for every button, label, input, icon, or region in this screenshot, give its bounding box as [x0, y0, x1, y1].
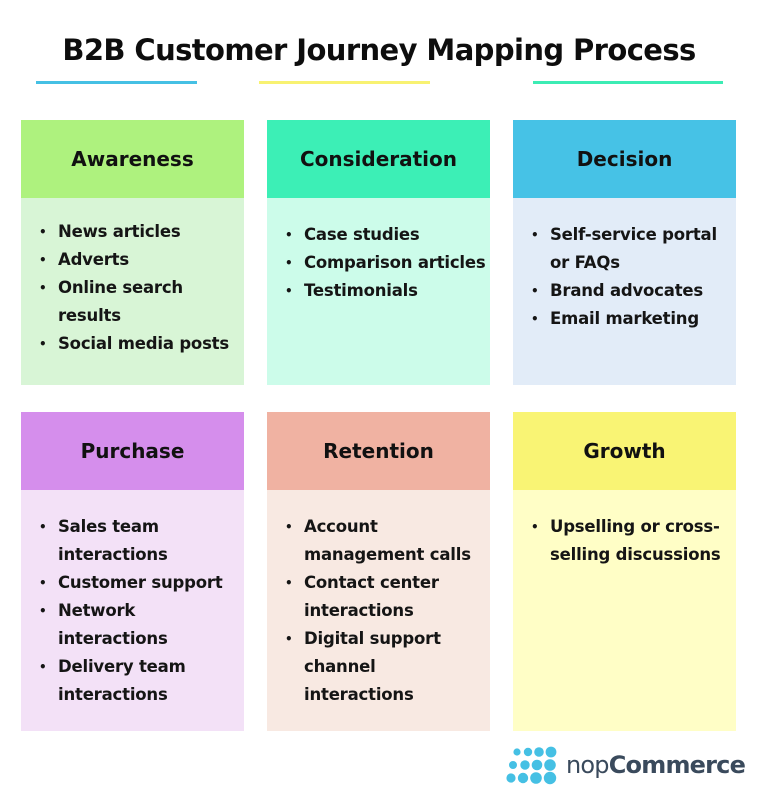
- stage-body: Sales team interactionsCustomer supportN…: [21, 490, 244, 731]
- list-item: Digital support channel interactions: [267, 625, 490, 709]
- list-item: Brand advocates: [513, 277, 736, 305]
- nopcommerce-logo: nopCommerce: [505, 745, 746, 785]
- list-item: Testimonials: [267, 277, 490, 305]
- list-item: Delivery team interactions: [21, 653, 244, 709]
- list-item: News articles: [21, 218, 244, 246]
- logo-dot: [543, 771, 557, 785]
- list-item: Online search results: [21, 274, 244, 330]
- stage-card-retention: Retention Account management callsContac…: [267, 412, 490, 731]
- logo-dot: [534, 747, 544, 757]
- logo-dot: [517, 772, 529, 784]
- title-underline-blue: [36, 81, 197, 84]
- stage-card-growth: Growth Upselling or cross-selling discus…: [513, 412, 736, 731]
- list-item: Customer support: [21, 569, 244, 597]
- stage-header: Purchase: [21, 412, 244, 490]
- stage-items: Account management callsContact center i…: [267, 513, 490, 709]
- title-underline-yellow: [259, 81, 430, 84]
- stage-body: Account management callsContact center i…: [267, 490, 490, 731]
- stage-body: News articlesAdvertsOnline search result…: [21, 198, 244, 385]
- logo-dot: [545, 746, 557, 758]
- list-item: Comparison articles: [267, 249, 490, 277]
- page-title: B2B Customer Journey Mapping Process: [62, 33, 696, 67]
- stage-items: Upselling or cross-selling discussions: [513, 513, 736, 569]
- title-underline-green: [533, 81, 723, 84]
- list-item: Account management calls: [267, 513, 490, 569]
- list-item: Network interactions: [21, 597, 244, 653]
- list-item: Self-service portal or FAQs: [513, 221, 736, 277]
- list-item: Case studies: [267, 221, 490, 249]
- stage-header: Retention: [267, 412, 490, 490]
- logo-dot: [544, 759, 556, 771]
- logo-dot: [509, 761, 517, 769]
- stage-header: Awareness: [21, 120, 244, 198]
- list-item: Sales team interactions: [21, 513, 244, 569]
- logo-dot: [531, 759, 543, 771]
- stage-card-decision: Decision Self-service portal or FAQsBran…: [513, 120, 736, 385]
- stage-body: Upselling or cross-selling discussions: [513, 490, 736, 731]
- list-item: Adverts: [21, 246, 244, 274]
- stage-items: Sales team interactionsCustomer supportN…: [21, 513, 244, 709]
- logo-dot: [523, 747, 533, 757]
- list-item: Upselling or cross-selling discussions: [513, 513, 736, 569]
- stage-header: Consideration: [267, 120, 490, 198]
- stage-header: Growth: [513, 412, 736, 490]
- logo-text-bold: Commerce: [608, 751, 746, 779]
- stage-card-purchase: Purchase Sales team interactionsCustomer…: [21, 412, 244, 731]
- stage-items: Self-service portal or FAQsBrand advocat…: [513, 221, 736, 333]
- logo-text-light: nop: [566, 751, 610, 779]
- logo-dot: [513, 748, 521, 756]
- logo-dot: [520, 760, 530, 770]
- logo-dot: [530, 772, 542, 784]
- stage-body: Self-service portal or FAQsBrand advocat…: [513, 198, 736, 385]
- stage-card-awareness: Awareness News articlesAdvertsOnline sea…: [21, 120, 244, 385]
- stage-items: Case studiesComparison articlesTestimoni…: [267, 221, 490, 305]
- logo-wordmark: nopCommerce: [566, 751, 746, 779]
- stage-card-consideration: Consideration Case studiesComparison art…: [267, 120, 490, 385]
- list-item: Email marketing: [513, 305, 736, 333]
- list-item: Contact center interactions: [267, 569, 490, 625]
- stage-body: Case studiesComparison articlesTestimoni…: [267, 198, 490, 385]
- stage-items: News articlesAdvertsOnline search result…: [21, 218, 244, 358]
- stage-header: Decision: [513, 120, 736, 198]
- logo-dot: [506, 773, 516, 783]
- dots-grid-icon: [506, 746, 557, 785]
- list-item: Social media posts: [21, 330, 244, 358]
